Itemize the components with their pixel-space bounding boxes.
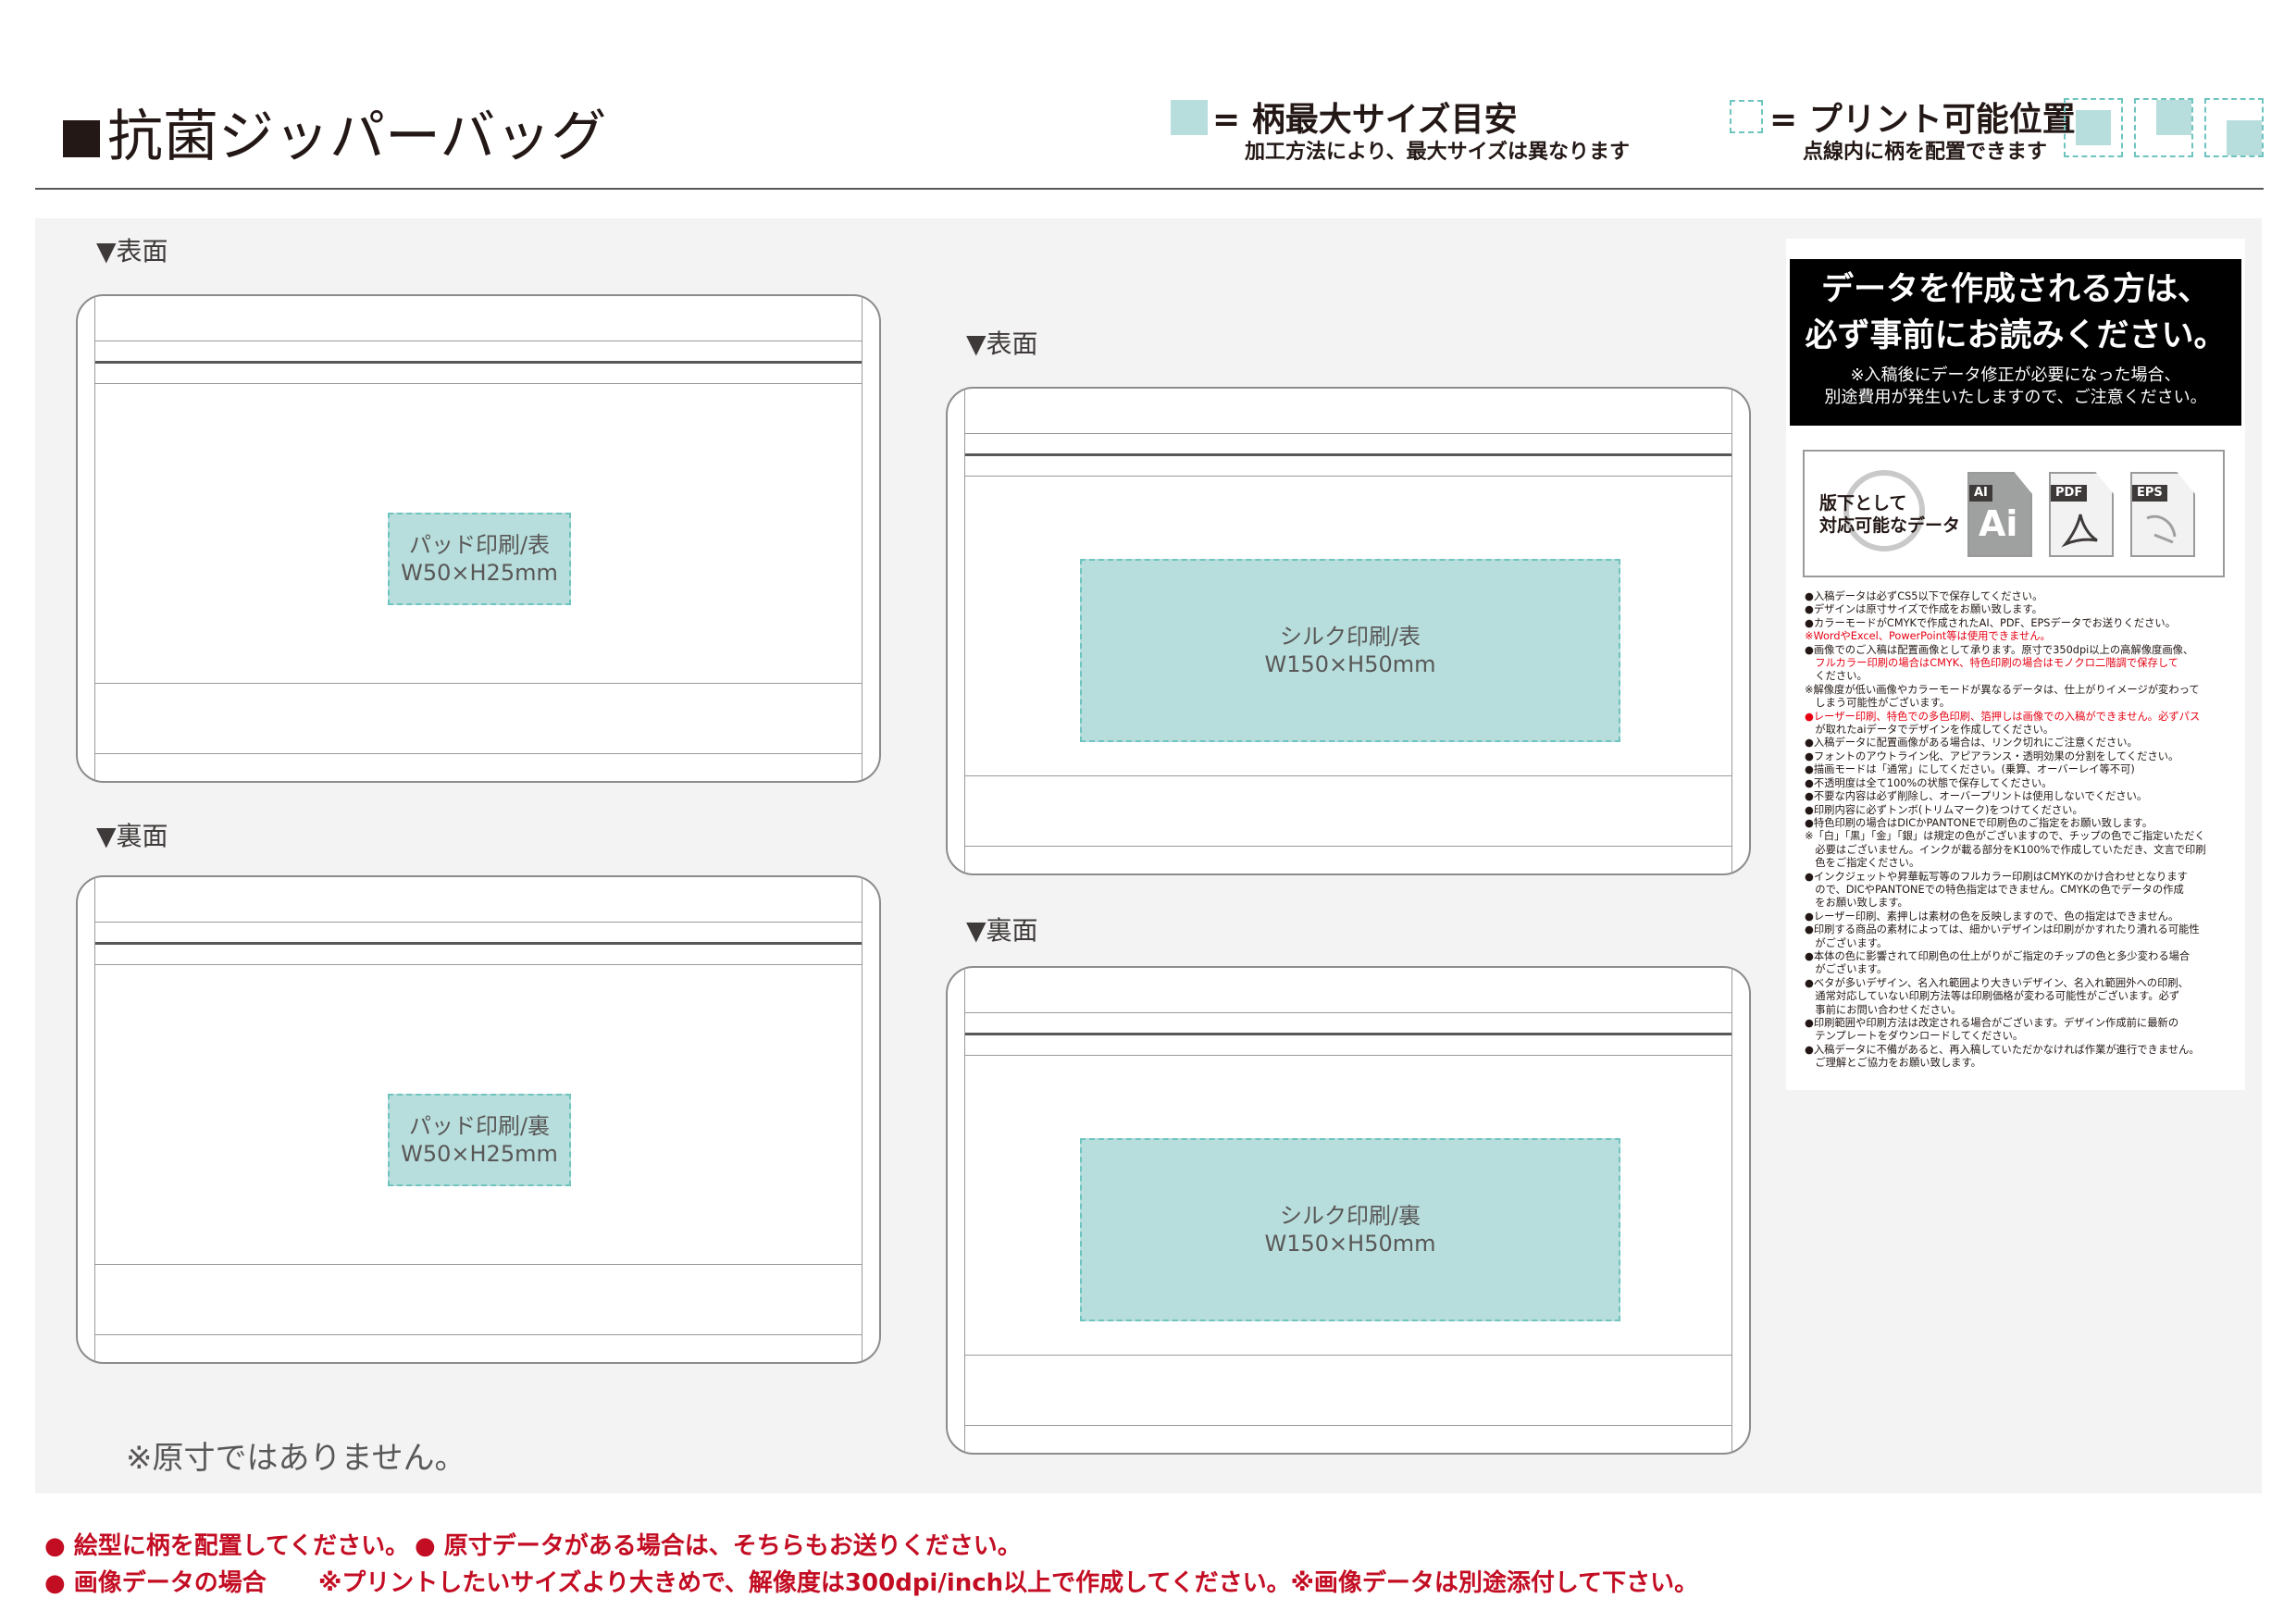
rule-line: がございます。 <box>1805 963 1888 976</box>
rule-line: ●カラーモードがCMYKで作成されたAI、PDF、EPSデータでお送りください。 <box>1805 616 2177 629</box>
print-method-label: パッド印刷/裏 <box>408 1113 551 1139</box>
legend-max-size: = 柄最大サイズ目安 <box>1212 101 1518 139</box>
view-label-back-silk: ▼裏面 <box>966 915 1038 946</box>
bag-outline-front-pad: パッド印刷/表 W50×H25mm <box>76 294 881 783</box>
rule-line: ●入稿データに配置画像がある場合は、リンク切れにご注意ください。 <box>1805 737 2138 750</box>
print-size-label: W50×H25mm <box>401 1141 558 1167</box>
print-size-label: W150×H50mm <box>1264 651 1436 677</box>
view-label-back-pad: ▼裏面 <box>96 821 168 851</box>
rule-line: をお願い致します。 <box>1805 897 1908 910</box>
view-label-front-pad: ▼表面 <box>96 236 168 266</box>
formats-label-line1: 版下として <box>1819 493 1907 514</box>
placement-top-right-icon <box>2134 98 2193 157</box>
print-area-silk-front: シルク印刷/表 W150×H50mm <box>1080 559 1620 742</box>
scale-note: ※原寸ではありません。 <box>126 1440 466 1477</box>
rule-line: が取れたaiデータでデザインを作成してください。 <box>1805 724 2054 737</box>
rule-line: ●画像でのご入稿は配置画像として承ります。原寸で350dpi以上の高解像度画像、 <box>1805 643 2194 656</box>
header-divider <box>35 188 2264 190</box>
placement-center-icon <box>2064 98 2123 157</box>
max-size-swatch-icon <box>1171 100 1208 135</box>
legend-print-area: = プリント可能位置 <box>1769 101 2076 139</box>
supported-formats-label: 版下として 対応可能なデータ <box>1819 492 1960 537</box>
rule-line: ※「白」「黒」「金」「銀」は規定の色がございますので、チップの色でご指定いただく <box>1805 830 2205 843</box>
rule-line: ●描画モードは「通常」にしてください。(乗算、オーバーレイ等不可) <box>1805 763 2135 776</box>
page-title: 抗菌ジッパーバッグ <box>63 100 606 174</box>
rule-line: ●本体の色に影響されて印刷色の仕上がりがご指定のチップの色と多少変わる場合 <box>1805 949 2191 962</box>
rule-line: ●不透明度は全て100%の状態で保存してください。 <box>1805 776 2053 789</box>
eps-tag: EPS <box>2132 485 2167 502</box>
footer-note-image-data: ● 画像データの場合 <box>44 1569 267 1597</box>
warning-title-2: 必ず事前にお読みください。 <box>1805 317 2227 354</box>
bag-outline-back-silk: シルク印刷/裏 W150×H50mm <box>946 966 1751 1455</box>
page-title-text: 抗菌ジッパーバッグ <box>107 105 607 169</box>
rule-line: ので、DICやPANTONEでの特色指定はできません。CMYKの色でデータの作成 <box>1805 883 2184 896</box>
print-area-silk-back: シルク印刷/裏 W150×H50mm <box>1080 1138 1620 1321</box>
rule-line: テンプレートをダウンロードしてください。 <box>1805 1030 2024 1043</box>
data-rules-list: ●入稿データは必ずCS5以下で保存してください。 ●デザインは原寸サイズで作成をお… <box>1805 590 2232 1071</box>
rule-line: ●インクジェットや昇華転写等のフルカラー印刷はCMYKのかけ合わせとなります <box>1805 870 2188 883</box>
rule-line: ●特色印刷の場合はDICかPANTONEで印刷色のご指定をお願い致します。 <box>1805 816 2153 829</box>
pen-tool-icon <box>2146 514 2177 544</box>
rule-line: ご理解とご協力をお願い致します。 <box>1805 1057 1981 1070</box>
print-method-label: シルク印刷/表 <box>1279 624 1421 650</box>
rule-line: 通常対応していない印刷方法等は印刷価格が変わる可能性がございます。必ず <box>1805 990 2180 1003</box>
print-area-pad-front: パッド印刷/表 W50×H25mm <box>388 513 571 605</box>
warning-box: データを作成される方は、 必ず事前にお読みください。 ※入稿後にデータ修正が必要… <box>1790 259 2241 426</box>
footer-note-original-data: ● 原寸データがある場合は、そちらもお送りください。 <box>415 1532 1022 1560</box>
legend-max-size-note: 加工方法により、最大サイズは異なります <box>1245 141 1631 164</box>
warning-sub-2: 別途費用が発生いたしますので、ご注意ください。 <box>1824 388 2207 407</box>
rule-line: フルカラー印刷の場合はCMYK、特色印刷の場合はモノクロ二階調で保存して <box>1805 657 2179 670</box>
legend-print-area-note: 点線内に柄を配置できます <box>1803 141 2048 164</box>
rule-line: ●入稿データに不備があると、再入稿していただかなければ作業が進行できません。 <box>1805 1043 2200 1056</box>
rule-line: ●フォントのアウトライン化、アピアランス・透明効果の分割をしてください。 <box>1805 750 2179 762</box>
rule-line: がございます。 <box>1805 936 1888 949</box>
warning-sub-1: ※入稿後にデータ修正が必要になった場合、 <box>1850 365 2181 385</box>
rule-line: ●印刷内容に必ずトンボ(トリムマーク)をつけてください。 <box>1805 803 2083 816</box>
rule-line: 事前にお問い合わせください。 <box>1805 1003 1962 1016</box>
rule-line: しまう可能性がございます。 <box>1805 697 1951 710</box>
rule-line: ●不要な内容は必ず削除し、オーバープリントは使用しないでください。 <box>1805 790 2148 803</box>
print-method-label: パッド印刷/表 <box>408 532 551 558</box>
warning-title-1: データを作成される方は、 <box>1820 271 2210 308</box>
footer-note-place-design: ● 絵型に柄を配置してください。 <box>44 1532 410 1560</box>
print-size-label: W50×H25mm <box>401 560 558 586</box>
rule-line: ●印刷範囲や印刷方法は改定される場合がございます。デザイン作成前に最新の <box>1805 1017 2179 1029</box>
bag-outline-front-silk: シルク印刷/表 W150×H50mm <box>946 387 1751 875</box>
rule-line: ●レーザー印刷、素押しは素材の色を反映しますので、色の指定はできません。 <box>1805 910 2179 923</box>
rule-line: ●レーザー印刷、特色での多色印刷、箔押しは画像での入稿ができません。必ずパス <box>1805 710 2201 723</box>
rule-line: ください。 <box>1805 670 1868 683</box>
title-square-icon <box>63 120 100 157</box>
footer-note-resolution: ※プリントしたいサイズより大きめで、解像度は300dpi/inch以上で作成して… <box>318 1569 1699 1597</box>
rule-line: 必要はございません。インクが載る部分をK100%で作成していただき、文言で印刷 <box>1805 843 2206 856</box>
view-label-front-silk: ▼表面 <box>966 328 1038 359</box>
ai-glyph-icon: Ai <box>1979 503 2018 544</box>
pdf-tag: PDF <box>2051 485 2088 502</box>
rule-line: ※解像度が低い画像やカラーモードが異なるデータは、仕上がりイメージが変わって <box>1805 683 2200 696</box>
print-area-dashed-icon <box>1730 100 1763 133</box>
acrobat-icon <box>2061 514 2098 548</box>
placement-bottom-right-icon <box>2204 98 2264 157</box>
bag-outline-back-pad: パッド印刷/裏 W50×H25mm <box>76 875 881 1364</box>
ai-tag: AI <box>1969 485 1992 502</box>
print-area-pad-back: パッド印刷/裏 W50×H25mm <box>388 1094 571 1186</box>
formats-label-line2: 対応可能なデータ <box>1819 515 1961 536</box>
rule-line: ●印刷する商品の素材によっては、細かいデザインは印刷がかすれたり潰れる可能性 <box>1805 923 2200 936</box>
rule-line: ●ベタが多いデザイン、名入れ範囲より大きいデザイン、名入れ範囲外への印刷、 <box>1805 976 2189 989</box>
rule-line: ●デザインは原寸サイズで作成をお願い致します。 <box>1805 603 2042 616</box>
print-size-label: W150×H50mm <box>1264 1231 1436 1257</box>
rule-line: ※WordやExcel、PowerPoint等は使用できません。 <box>1805 630 2051 643</box>
print-method-label: シルク印刷/裏 <box>1279 1203 1421 1229</box>
rule-line: ●入稿データは必ずCS5以下で保存してください。 <box>1805 590 2043 602</box>
rule-line: 色をご指定ください。 <box>1805 857 1920 870</box>
